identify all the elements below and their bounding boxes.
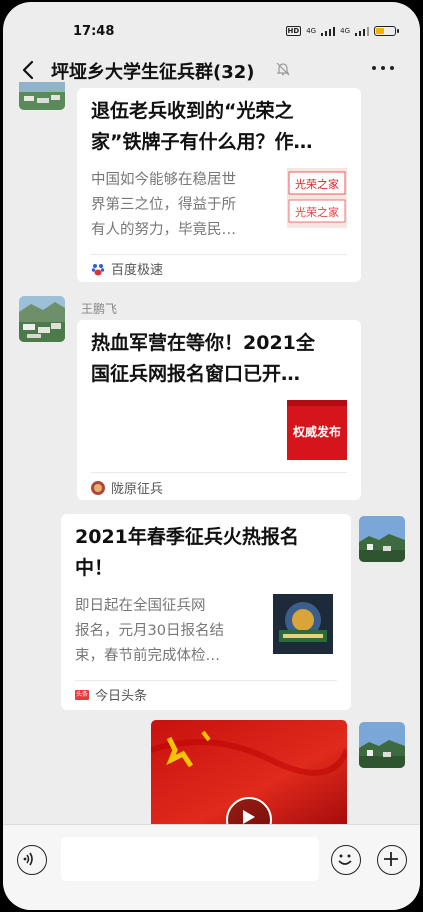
back-arrow-icon[interactable] [17,58,41,82]
article-title: 2021年春季征兵火热报名 中！ [75,526,299,579]
svg-text:光荣之家: 光荣之家 [295,205,339,219]
input-bar [3,824,420,910]
plus-icon [384,852,398,866]
hd-badge: HD [285,26,302,36]
source-name: 今日头条 [95,689,148,704]
video-message[interactable] [151,720,347,826]
voice-icon [23,852,33,866]
network-4g-2: 4G [340,27,350,35]
card-divider [91,254,347,255]
avatar[interactable] [19,296,65,342]
card-divider [91,472,347,473]
emoji-button[interactable] [331,845,361,875]
card-divider [75,680,337,681]
longyuan-logo-icon [91,480,105,495]
article-card[interactable]: 热血军营在等你！2021全 国征兵网报名窗口已开… 权威发布 陇原征兵 [77,320,361,500]
article-card[interactable]: 退伍老兵收到的“光荣之 家”铁牌子有什么用？作… 中国如今能够在稳居世 界第三之… [77,88,361,282]
article-card[interactable]: 2021年春季征兵火热报名 中！ 即日起在全国征兵网 报名，元月30日报名结 束… [61,514,351,710]
article-source: 陇原征兵 [91,478,163,497]
thumb-logo-text: 光荣之家 [295,177,339,191]
self-avatar[interactable] [359,516,405,562]
baidu-icon [91,263,105,275]
message-input[interactable] [61,837,319,881]
mute-bell-icon [276,62,290,76]
network-4g-1: 4G [306,27,317,35]
article-description: 中国如今能够在稳居世 界第三之位，得益于所 有人的努力，毕竟民… [91,172,236,238]
battery-icon [374,26,399,36]
more-options-icon[interactable] [372,66,394,70]
emoji-icon [338,854,352,865]
article-description: 即日起在全国征兵网 报名，元月30日报名结 束，春节前完成体检… [75,598,224,664]
article-source: 百度极速 [91,259,163,278]
article-title: 退伍老兵收到的“光荣之 家”铁牌子有什么用？作… [91,100,313,153]
article-thumbnail: 光荣之家 光荣之家 [287,168,347,228]
chat-screen: 17:48 HD 4G 4G 坪垭乡大学生征兵群(32) 退伍老兵收到的“光荣之… [3,2,420,910]
more-functions-button[interactable] [377,845,407,875]
avatar[interactable] [19,82,65,110]
signal-icon-2 [355,26,369,36]
article-title: 热血军营在等你！2021全 国征兵网报名窗口已开… [91,332,315,385]
svg-text:权威发布: 权威发布 [292,424,341,439]
source-name: 陇原征兵 [111,482,164,497]
article-source: 头条 今日头条 [75,685,147,704]
voice-input-button[interactable] [17,845,47,875]
toutiao-badge: 头条 [75,689,90,700]
article-thumbnail [273,594,333,654]
status-time: 17:48 [73,24,115,39]
sender-nickname: 王鹏飞 [81,302,118,316]
chat-title: 坪垭乡大学生征兵群(32) [51,62,255,83]
status-bar: 17:48 HD 4G 4G [3,2,420,46]
self-avatar[interactable] [359,722,405,768]
signal-icon [321,26,336,36]
source-name: 百度极速 [111,263,164,278]
chat-header: 坪垭乡大学生征兵群(32) [3,46,420,94]
status-icons: HD 4G 4G [285,26,399,36]
article-thumbnail: 权威发布 [287,400,347,460]
